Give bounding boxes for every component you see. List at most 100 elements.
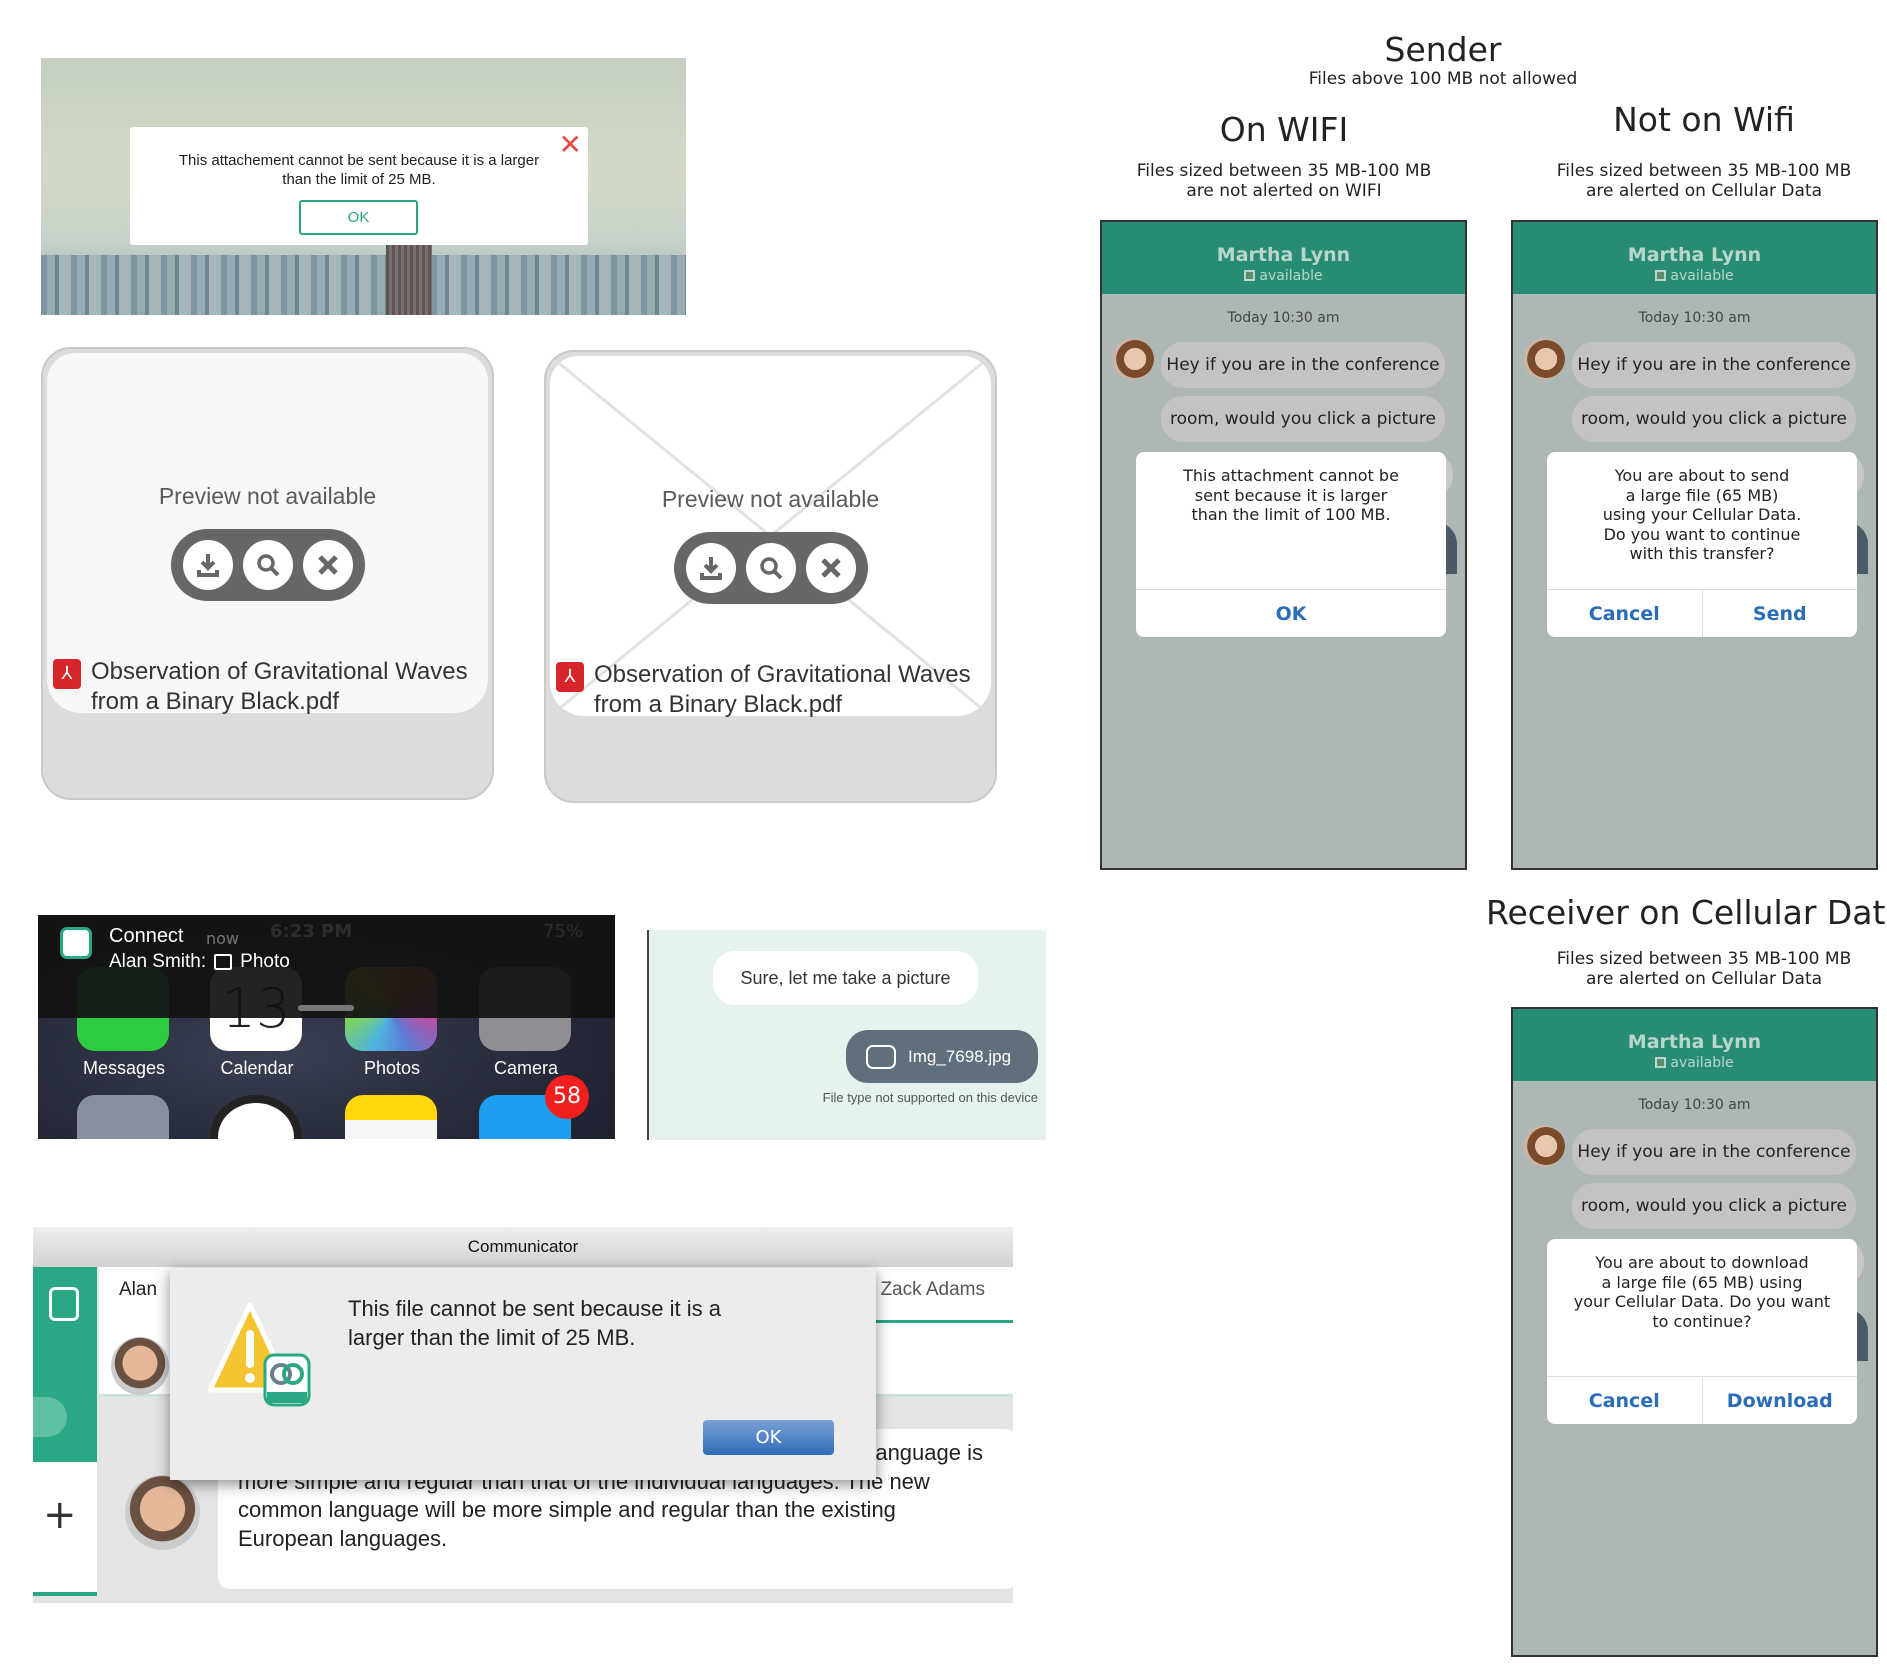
- avatar: [111, 1337, 169, 1395]
- sender-heading: Sender: [1384, 30, 1502, 69]
- received-message: Sure, let me take a picture: [713, 951, 978, 1005]
- tab-alan[interactable]: Alan: [119, 1279, 157, 1301]
- message-bubble: room, would you click a picture: [1161, 396, 1445, 442]
- add-icon[interactable]: +: [43, 1492, 77, 1538]
- alert-message: This attachement cannot be sent because …: [178, 152, 540, 188]
- presence-status: available: [1513, 268, 1876, 284]
- dialog-button[interactable]: Download: [1701, 1377, 1858, 1424]
- download-icon[interactable]: [686, 543, 736, 593]
- message-bubble: room, would you click a picture: [1572, 1183, 1856, 1229]
- close-icon[interactable]: [303, 540, 353, 590]
- weather-folder-icon[interactable]: [77, 1095, 169, 1139]
- file-title-line: from a Binary Black.pdf: [594, 691, 843, 718]
- sidebar-bottom: +: [33, 1462, 97, 1596]
- file-message[interactable]: Img_7698.jpg: [846, 1030, 1038, 1083]
- dialog-buttons: Cancel Download: [1547, 1376, 1857, 1424]
- notes-app-icon[interactable]: [345, 1095, 437, 1139]
- dialog-buttons: Cancel Send: [1547, 589, 1857, 637]
- phone-chat-screen: Martha Lynn available Today 10:30 am Hey …: [1511, 220, 1878, 870]
- subtitle-line: Files sized between 35 MB-100 MB: [1136, 161, 1432, 181]
- dialog-message: You are about to download a large file (6…: [1547, 1253, 1857, 1331]
- dialog-button[interactable]: Cancel: [1547, 590, 1702, 637]
- dialog-line: This attachment cannot be: [1183, 466, 1399, 485]
- chat-header: Martha Lynn available: [1513, 1009, 1876, 1081]
- file-preview-card: Preview not available ⅄ Observation of G…: [41, 347, 494, 800]
- home-icon[interactable]: [49, 1287, 79, 1321]
- alert-dialog: You are about to download a large file (6…: [1547, 1239, 1857, 1424]
- dialog-line: You are about to send: [1614, 466, 1790, 485]
- attachment-alert-dialog: This attachement cannot be sent because …: [130, 127, 588, 245]
- app-label: Photos: [363, 1058, 421, 1078]
- dialog-line: your Cellular Data. Do you want: [1573, 1292, 1831, 1311]
- dialog-button[interactable]: Send: [1701, 590, 1858, 637]
- notification-body: Alan Smith: Photo: [109, 951, 290, 973]
- chat-header: Martha Lynn available: [1513, 222, 1876, 294]
- avatar: [125, 1475, 200, 1550]
- file-preview-card: Preview not available ⅄ Observation of G…: [544, 350, 997, 803]
- notification-banner[interactable]: 6:23 PM 75% Connect now Alan Smith: Phot…: [38, 915, 615, 1018]
- download-icon[interactable]: [183, 540, 233, 590]
- image-icon: [214, 954, 233, 970]
- subtitle-line: Files sized between 35 MB-100 MB: [1556, 161, 1852, 181]
- file-actions: [674, 532, 868, 604]
- dialog-button[interactable]: Cancel: [1547, 1377, 1702, 1424]
- not-on-wifi-subtitle: Files sized between 35 MB-100 MB are aler…: [1504, 161, 1887, 201]
- preview-not-available-text: Preview not available: [661, 486, 880, 512]
- receiver-heading: Receiver on Cellular Data: [1486, 893, 1887, 932]
- presence-label: available: [1259, 268, 1323, 284]
- dialog-message: This file cannot be sent because it is a…: [348, 1296, 721, 1350]
- battery-level: 75%: [543, 921, 584, 942]
- subtitle-line: are alerted on Cellular Data: [1585, 181, 1823, 201]
- sidebar-selection[interactable]: [33, 1397, 67, 1437]
- dialog-line: a large file (65 MB) using: [1601, 1272, 1803, 1292]
- avatar: [1523, 1125, 1565, 1167]
- contact-name: Martha Lynn: [1627, 244, 1762, 266]
- close-icon[interactable]: [806, 543, 856, 593]
- pdf-icon: ⅄: [53, 659, 81, 689]
- communicator-window: Communicator + Alan Zack Adams language …: [33, 1227, 1013, 1603]
- sender-subtitle: Files above 100 MB not allowed: [1308, 69, 1578, 89]
- image-icon: [866, 1045, 896, 1069]
- dialog-line: Do you want to continue: [1603, 524, 1801, 544]
- presence-icon: [1244, 270, 1256, 281]
- status-time: 6:23 PM: [270, 921, 353, 942]
- not-on-wifi-heading: Not on Wifi: [1613, 100, 1795, 139]
- sidebar: [33, 1267, 97, 1462]
- presence-label: available: [1670, 268, 1734, 284]
- dialog-button[interactable]: OK: [1136, 590, 1446, 637]
- phone-chat-screen: Martha Lynn available Today 10:30 am Hey …: [1511, 1007, 1878, 1657]
- app-label: Calendar: [220, 1058, 294, 1078]
- file-actions: [171, 529, 365, 601]
- presence-icon: [1655, 270, 1667, 281]
- timestamp: Today 10:30 am: [1638, 1097, 1751, 1113]
- drag-handle[interactable]: [298, 1005, 354, 1011]
- clock-app-icon[interactable]: [210, 1095, 302, 1139]
- phone-chat-screen: Martha Lynn available Today 10:30 am Hey …: [1100, 220, 1467, 870]
- message-bubble: Hey if you are in the conference: [1161, 342, 1445, 388]
- message-bubble: Hey if you are in the conference: [1572, 1129, 1856, 1175]
- file-name: Img_7698.jpg: [908, 1047, 1012, 1066]
- notification-content: Photo: [240, 951, 290, 972]
- warning-icon: [207, 1302, 311, 1407]
- file-title-line: Observation of Gravitational Waves: [91, 658, 468, 685]
- dialog-line: a large file (65 MB): [1625, 485, 1779, 505]
- on-wifi-heading: On WIFI: [1219, 110, 1349, 149]
- dialog-message: You are about to send a large file (65 MB…: [1547, 466, 1857, 564]
- ok-button[interactable]: OK: [299, 200, 418, 235]
- presence-icon: [1655, 1057, 1667, 1068]
- error-dialog: This file cannot be sent because it is a…: [170, 1268, 876, 1480]
- search-icon[interactable]: [243, 540, 293, 590]
- search-icon[interactable]: [746, 543, 796, 593]
- notification-app-name: Connect: [109, 925, 184, 947]
- file-title-line: Observation of Gravitational Waves: [594, 661, 971, 688]
- connect-app-icon: [60, 927, 92, 959]
- chat-panel: Sure, let me take a picture Img_7698.jpg…: [647, 930, 1046, 1140]
- ok-button[interactable]: OK: [703, 1420, 834, 1455]
- close-icon[interactable]: ✕: [559, 131, 582, 159]
- dialog-line: than the limit of 100 MB.: [1191, 505, 1391, 524]
- presence-status: available: [1513, 1055, 1876, 1071]
- unsupported-note: File type not supported on this device: [822, 1090, 1038, 1105]
- ios-home-screen: 13 Messages Calendar Photos Camera 58 6:…: [38, 915, 615, 1139]
- tab-zack-adams[interactable]: Zack Adams: [880, 1279, 985, 1301]
- contact-name: Martha Lynn: [1627, 1031, 1762, 1053]
